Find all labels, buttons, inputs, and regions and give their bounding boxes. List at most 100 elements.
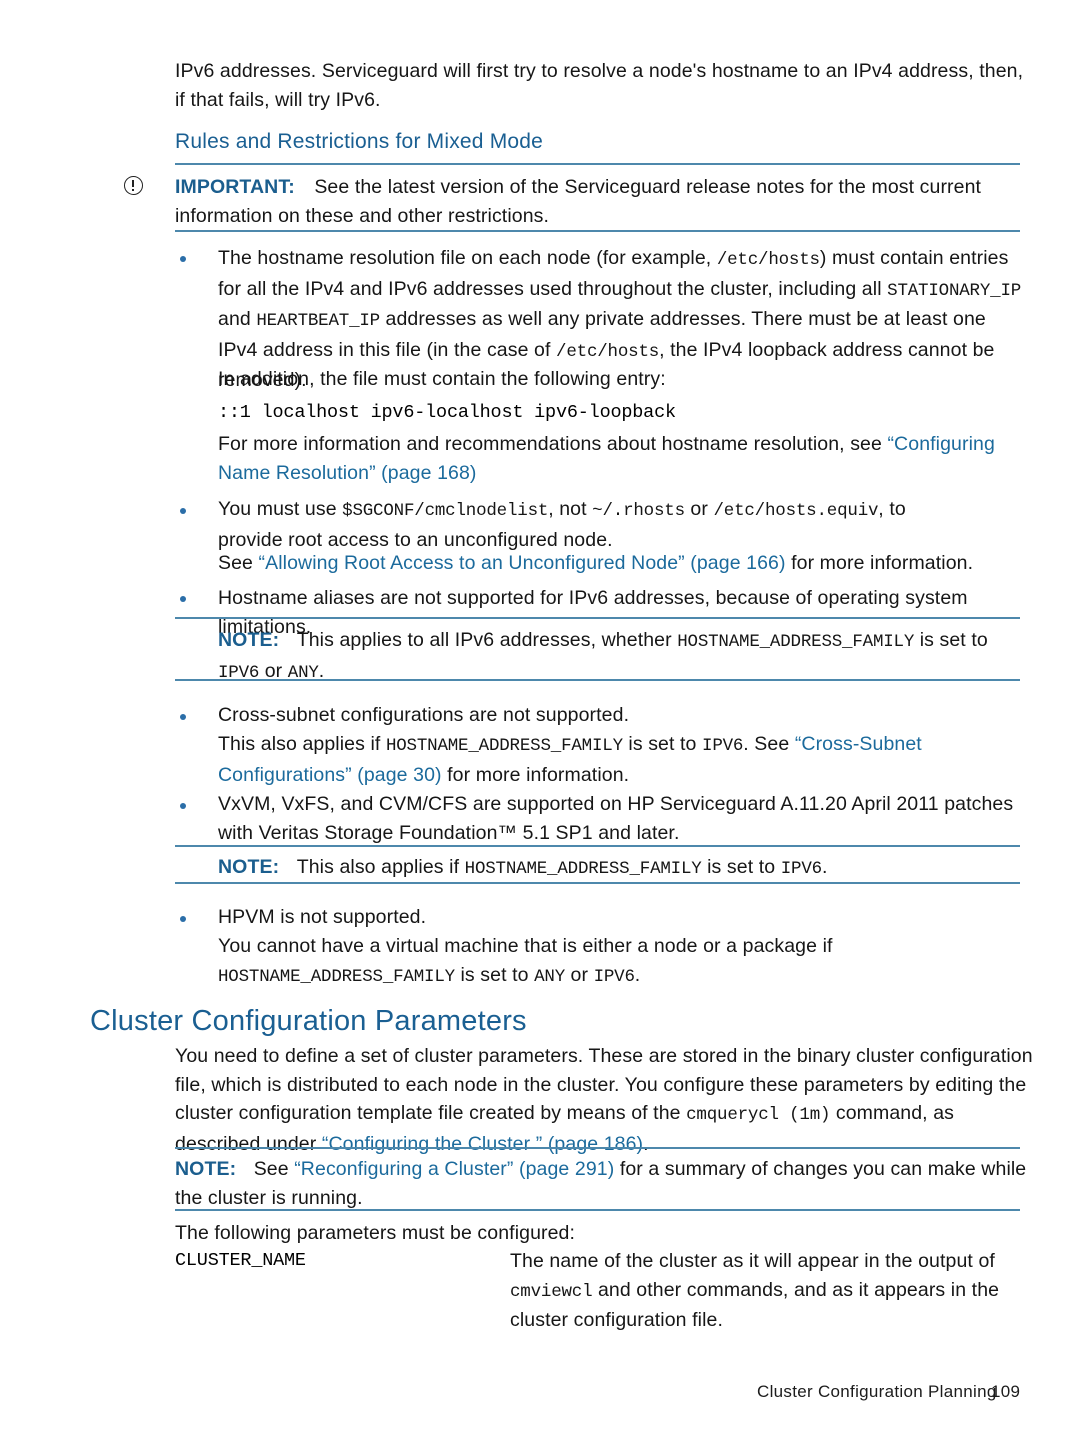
important-line-1: IMPORTANT: See the latest version of the… <box>175 173 1035 202</box>
code-fragment: HOSTNAME_ADDRESS_FAMILY <box>218 966 455 987</box>
xref-link-page[interactable]: 168) <box>437 462 476 484</box>
text-fragment: The hostname resolution file on each nod… <box>218 247 717 269</box>
text-fragment: See <box>218 552 259 574</box>
bullet-marker <box>180 916 186 922</box>
text-fragment: for more information. <box>441 763 630 786</box>
code-fragment: $SGCONF/cmclnodelist <box>342 501 549 521</box>
important-label: IMPORTANT: <box>175 176 295 198</box>
note-ipv6-top-rule <box>175 617 1020 619</box>
body-line: cluster configuration template file crea… <box>175 1099 1035 1130</box>
xref-link[interactable]: Configurations” (page 30) <box>218 764 442 786</box>
hpvm-detail: You cannot have a virtual machine that i… <box>218 932 1038 991</box>
intro-line-2: if that fails, will try IPv6. <box>175 88 381 111</box>
text-fragment: command, as <box>830 1102 955 1124</box>
text-fragment: or <box>684 498 714 520</box>
text-fragment: You must use <box>218 498 343 520</box>
important-line-2: information on these and other restricti… <box>175 204 550 227</box>
following-parameters-text: The following parameters must be configu… <box>175 1222 576 1244</box>
xref-link[interactable]: “Cross-Subnet <box>795 733 922 755</box>
intro-paragraph: IPv6 addresses. Serviceguard will first … <box>175 57 1035 114</box>
bullet-line: with Veritas Storage Foundation™ 5.1 SP1… <box>218 821 680 844</box>
footer-title: Cluster Configuration Planning <box>757 1382 997 1401</box>
note-line: IPV6 or ANY. <box>218 657 1028 688</box>
important-text-1: See the latest version of the Servicegua… <box>314 176 982 198</box>
xref-link[interactable]: Name Resolution” (page <box>218 462 432 484</box>
bullet-marker <box>180 714 186 720</box>
text-fragment: or <box>565 963 594 986</box>
cluster-section-body: You need to define a set of cluster para… <box>175 1042 1035 1158</box>
bullet-marker <box>180 596 186 602</box>
detail-line: This also applies if HOSTNAME_ADDRESS_FA… <box>218 730 1038 761</box>
important-top-rule <box>175 163 1020 165</box>
text-fragment: cluster configuration template file crea… <box>175 1102 687 1124</box>
code-fragment: HEARTBEAT_IP <box>256 311 380 331</box>
desc-line: cluster configuration file. <box>510 1309 723 1331</box>
desc-line: The name of the cluster as it will appea… <box>510 1250 995 1272</box>
text-fragment: described under <box>175 1132 322 1155</box>
text-fragment: See <box>253 1158 295 1180</box>
text-fragment: This also applies if <box>296 856 465 878</box>
bullet-line: VxVM, VxFS, and CVM/CFS are supported on… <box>218 793 1014 815</box>
body-line: You need to define a set of cluster para… <box>175 1045 1033 1067</box>
bullet-hpvm: HPVM is not supported. <box>218 906 427 928</box>
xref-allowing-root-access: See “Allowing Root Access to an Unconfig… <box>218 549 1033 578</box>
xref-link[interactable]: “Reconfiguring a Cluster” (page 291) <box>294 1158 614 1180</box>
note-label: NOTE: <box>218 856 280 878</box>
body-line: described under “Configuring the Cluster… <box>175 1130 1035 1159</box>
code-fragment: HOSTNAME_ADDRESS_FAMILY <box>677 632 915 652</box>
bullet-marker <box>180 508 186 514</box>
xref-line: For more information and recommendations… <box>218 430 1028 459</box>
note-line: NOTE: See “Reconfiguring a Cluster” (pag… <box>175 1155 1040 1184</box>
bullet-line: for all the IPv4 and IPv6 addresses used… <box>218 275 1028 306</box>
xref-link[interactable]: “Configuring <box>887 433 994 455</box>
bullet-cmclnodelist: You must use $SGCONF/cmclnodelist, not ~… <box>218 495 1033 554</box>
text-fragment: . See <box>743 733 795 755</box>
xref-name-resolution: For more information and recommendations… <box>218 430 1028 487</box>
text-fragment: , to <box>878 498 906 520</box>
xref-line: Name Resolution” (page 168) <box>218 459 1028 488</box>
note-reconfiguring-top-rule <box>175 1147 1020 1149</box>
code-line-localhost: ::1 localhost ipv6-localhost ipv6-loopba… <box>218 402 676 423</box>
xref-link[interactable]: “Allowing Root Access to an Unconfigured… <box>259 552 786 574</box>
note-ipv6-addresses: NOTE: This applies to all IPv6 addresses… <box>218 626 1028 687</box>
intro-line-1: IPv6 addresses. Serviceguard will first … <box>175 60 1024 82</box>
important-circle-exclamation-icon <box>124 176 143 195</box>
bullet-marker <box>180 256 186 262</box>
text-fragment: For more information and recommendations… <box>218 433 888 455</box>
text-fragment: , the IPv4 loopback address cannot be <box>659 338 995 361</box>
code-fragment: HOSTNAME_ADDRESS_FAMILY <box>464 859 702 879</box>
page-title-cluster-configuration-parameters: Cluster Configuration Parameters <box>90 1005 527 1037</box>
important-body: IMPORTANT: See the latest version of the… <box>175 173 1035 230</box>
note-label: NOTE: <box>218 629 280 651</box>
text-fragment: . <box>643 1132 649 1155</box>
code-fragment: IPV6 <box>593 966 635 987</box>
text-fragment: and other commands, and as it appears in… <box>592 1278 1000 1301</box>
text-fragment: is set to <box>914 629 988 651</box>
note-reconfiguring-bottom-rule <box>175 1209 1020 1211</box>
important-bottom-rule <box>175 230 1020 232</box>
detail-line: You cannot have a virtual machine that i… <box>218 935 833 957</box>
note-ipv6-bottom-rule <box>175 679 1020 681</box>
xref-link[interactable]: “Configuring the Cluster ” (page 186) <box>322 1133 643 1155</box>
bullet-cross-subnet: Cross-subnet configurations are not supp… <box>218 704 630 726</box>
desc-line: cmviewcl and other commands, and as it a… <box>510 1276 1040 1307</box>
footer-page-number: 109 <box>991 1382 1021 1401</box>
bullet-line: and HEARTBEAT_IP addresses as well any p… <box>218 305 1028 336</box>
text-fragment: is set to <box>454 963 535 986</box>
text-fragment: is set to <box>622 733 703 755</box>
code-fragment: /etc/hosts.equiv <box>713 501 879 521</box>
text-fragment: for a summary of changes you can make wh… <box>614 1158 1027 1180</box>
code-fragment: STATIONARY_IP <box>887 280 1022 301</box>
note-reconfiguring-cluster: NOTE: See “Reconfiguring a Cluster” (pag… <box>175 1155 1040 1212</box>
cross-subnet-detail: This also applies if HOSTNAME_ADDRESS_FA… <box>218 730 1038 789</box>
note-line: the cluster is running. <box>175 1186 363 1209</box>
detail-line: HOSTNAME_ADDRESS_FAMILY is set to ANY or… <box>218 961 1038 992</box>
body-line: file, which is distributed to each node … <box>175 1073 1027 1096</box>
text-fragment: . <box>634 963 641 986</box>
text-fragment: addresses as well any private addresses.… <box>379 308 986 330</box>
code-fragment: HOSTNAME_ADDRESS_FAMILY <box>385 736 623 756</box>
text-fragment: . <box>821 856 828 878</box>
text-fragment: IPv4 address in this file (in the case o… <box>218 338 557 361</box>
code-fragment: /etc/hosts <box>556 341 660 362</box>
note-also-applies-top-rule <box>175 845 1020 847</box>
